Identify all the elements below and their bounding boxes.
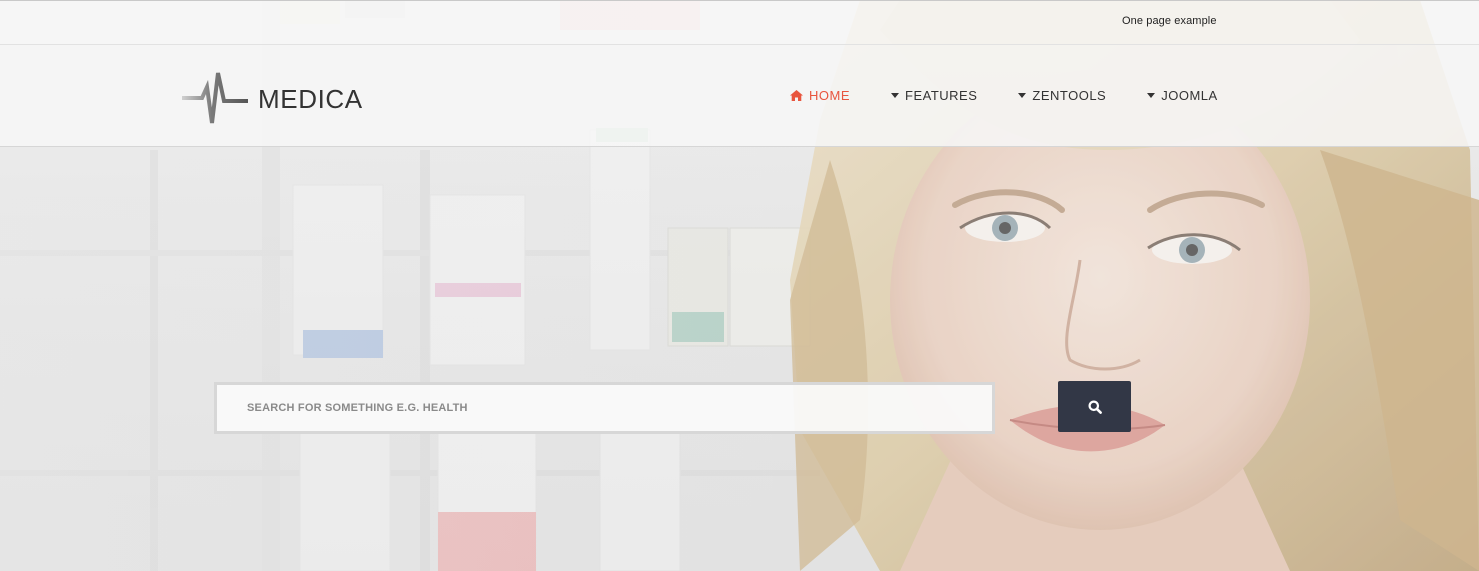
nav-item-label: ZENTOOLS bbox=[1032, 88, 1107, 103]
nav-item-label: HOME bbox=[809, 88, 850, 103]
logo-text: MEDICA bbox=[258, 83, 363, 114]
nav-item-home[interactable]: HOME bbox=[790, 88, 850, 103]
main-nav: HOME FEATURES ZENTOOLS JOOMLA bbox=[790, 88, 1218, 103]
search-icon bbox=[1088, 400, 1102, 414]
one-page-example-link[interactable]: One page example bbox=[1122, 15, 1217, 27]
nav-item-label: FEATURES bbox=[905, 88, 978, 103]
site-header: MEDICA HOME FEATURES ZENTOOLS JOOMLA bbox=[0, 45, 1479, 147]
top-bar: One page example bbox=[0, 0, 1479, 45]
caret-down-icon bbox=[1147, 93, 1156, 98]
search-button[interactable] bbox=[1058, 381, 1131, 432]
nav-item-label: JOOMLA bbox=[1161, 88, 1218, 103]
home-icon bbox=[790, 90, 803, 101]
caret-down-icon bbox=[1018, 93, 1027, 98]
caret-down-icon bbox=[891, 93, 899, 98]
nav-item-features[interactable]: FEATURES bbox=[891, 88, 977, 103]
nav-item-joomla[interactable]: JOOMLA bbox=[1147, 88, 1217, 103]
search-input[interactable] bbox=[214, 382, 995, 434]
site-logo[interactable]: MEDICA bbox=[182, 71, 363, 127]
nav-item-zentools[interactable]: ZENTOOLS bbox=[1018, 88, 1106, 103]
heartbeat-logo-icon bbox=[182, 72, 248, 124]
